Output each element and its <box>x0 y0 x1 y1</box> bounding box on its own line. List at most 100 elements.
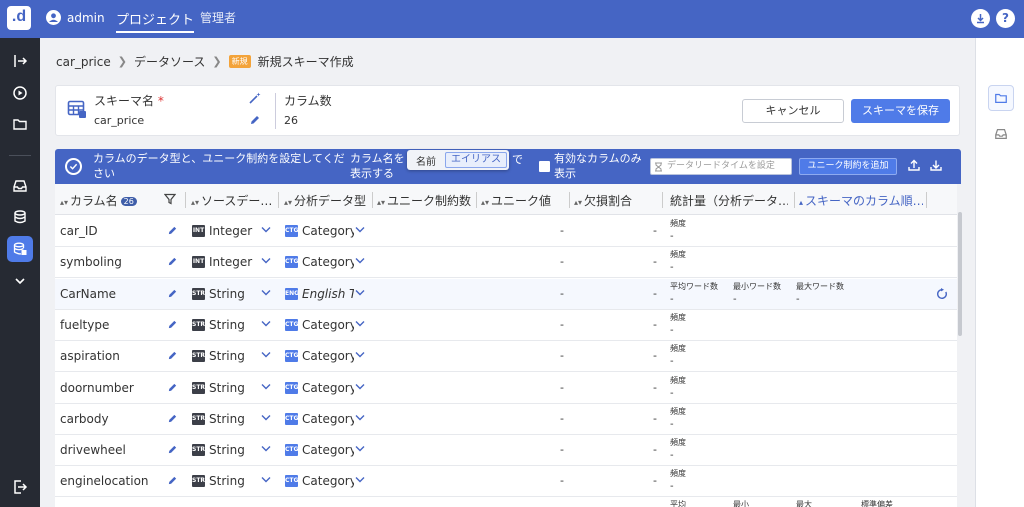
chevron-down-icon[interactable] <box>355 351 365 359</box>
required-mark: * <box>157 94 164 108</box>
edit-pencil-icon[interactable] <box>249 114 261 126</box>
header-unique-values-text: ユニーク値 <box>491 194 552 208</box>
analysis-type-tag: CTG <box>285 350 298 363</box>
chevron-down-icon[interactable] <box>355 414 365 422</box>
edit-pencil-icon[interactable] <box>167 256 178 267</box>
chevron-down-icon[interactable] <box>355 383 365 391</box>
chevron-down-icon[interactable] <box>355 289 365 297</box>
chevron-down-icon[interactable] <box>355 476 365 484</box>
folder-icon[interactable] <box>988 85 1014 111</box>
nav-admin[interactable]: 管理者 <box>200 9 236 26</box>
edit-pencil-icon[interactable] <box>167 413 178 424</box>
chevron-down-icon[interactable] <box>261 257 271 265</box>
column-name: drivewheel <box>60 443 126 458</box>
save-schema-button[interactable]: スキーマを保存 <box>851 99 950 123</box>
table-row[interactable]: drivewheel STR String CTG Category - - 頻度 - <box>55 435 957 467</box>
table-row[interactable]: enginelocation STR String CTG Category - - 頻度 - <box>55 466 957 498</box>
schema-name-label: スキーマ名 * <box>94 92 164 109</box>
magic-wand-icon[interactable] <box>249 92 261 104</box>
download-icon[interactable] <box>930 159 942 171</box>
header-unique-values[interactable]: ▴▾ ユニーク値 <box>481 192 551 209</box>
header-source-type[interactable]: ▴▾ ソースデー… <box>191 192 279 209</box>
edit-pencil-icon[interactable] <box>167 350 178 361</box>
table-row[interactable]: doornumber STR String CTG Category - - 頻度 - <box>55 373 957 404</box>
table-row[interactable]: symboling INT Integer CTG Category - - 頻度 - <box>55 247 957 279</box>
edit-pencil-icon[interactable] <box>167 288 178 299</box>
edit-pencil-icon[interactable] <box>167 319 178 330</box>
table-row[interactable]: carbody STR String CTG Category - - 頻度 - <box>55 404 957 435</box>
reset-icon[interactable] <box>936 287 948 300</box>
breadcrumb-project[interactable]: car_price <box>56 55 111 69</box>
unique-value: - <box>560 286 564 300</box>
chevron-down-icon[interactable] <box>355 257 365 265</box>
chevron-down-icon[interactable] <box>261 383 271 391</box>
table-scrollbar[interactable] <box>958 212 962 336</box>
analysis-type-value: Category <box>302 255 354 270</box>
filter-icon[interactable] <box>164 193 176 205</box>
source-type-value: String <box>209 286 245 301</box>
header-analysis-type[interactable]: ▴▾ 分析データ型 <box>284 192 366 209</box>
analysis-type-tag: CTG <box>285 444 298 457</box>
inbox-icon[interactable] <box>988 121 1014 147</box>
header-missing-ratio[interactable]: ▴▾ 欠損割合 <box>574 192 632 209</box>
column-name: symboling <box>60 255 122 270</box>
upload-icon[interactable] <box>908 159 920 171</box>
stat-value: - <box>670 262 674 274</box>
analysis-type-value: Category <box>302 224 354 238</box>
chevron-down-icon[interactable] <box>261 289 271 297</box>
breadcrumb-datasource[interactable]: データソース <box>134 53 205 70</box>
toggle-alias[interactable]: エイリアス <box>445 152 507 168</box>
toggle-name[interactable]: 名前 <box>409 153 443 168</box>
chevron-right-icon: ❯ <box>117 55 127 68</box>
inbox-icon[interactable] <box>7 173 33 199</box>
help-icon[interactable]: ? <box>996 9 1015 28</box>
edit-pencil-icon[interactable] <box>167 225 178 236</box>
analysis-type-tag: CTG <box>285 475 298 488</box>
chevron-down-icon[interactable] <box>355 320 365 328</box>
chevron-down-icon[interactable] <box>261 226 271 234</box>
cancel-button[interactable]: キャンセル <box>742 99 844 123</box>
nav-project[interactable]: プロジェクト <box>116 9 195 33</box>
missing-ratio: - <box>653 224 657 237</box>
chevron-down-icon[interactable] <box>261 476 271 484</box>
table-row[interactable]: car_ID INT Integer CTG Category - - 頻度 - <box>55 216 957 247</box>
valid-only-label: 有効なカラムのみ表示 <box>554 152 642 180</box>
chevron-down-icon[interactable] <box>261 320 271 328</box>
sidebar-divider <box>9 155 31 156</box>
valid-only-checkbox[interactable] <box>539 161 550 172</box>
pipeline-icon[interactable] <box>7 48 33 74</box>
table-row[interactable]: fueltype STR String CTG Category - - 頻度 - <box>55 310 957 341</box>
user-menu[interactable]: admin <box>46 10 105 25</box>
stat-label: 標準偏差 <box>861 500 893 507</box>
stat-value: - <box>670 450 674 462</box>
table-row[interactable]: CarName STR String ENGEnglish Te - - 平均ワード数 - 最小… <box>55 278 957 310</box>
play-circle-icon[interactable] <box>7 80 33 106</box>
table-row[interactable]: aspiration STR String CTG Category - - 頻度 - <box>55 341 957 373</box>
chevron-down-icon[interactable] <box>355 445 365 453</box>
chevron-down-icon[interactable] <box>355 226 365 234</box>
edit-pencil-icon[interactable] <box>167 382 178 393</box>
edit-pencil-icon[interactable] <box>167 444 178 455</box>
folder-icon[interactable] <box>7 111 33 137</box>
header-separator <box>185 192 186 208</box>
download-status-icon[interactable] <box>971 9 990 28</box>
schema-db-icon[interactable] <box>7 236 33 262</box>
chevron-down-icon[interactable] <box>261 445 271 453</box>
header-column-name[interactable]: ▴▾ カラム名 26 <box>60 192 137 209</box>
header-separator <box>926 192 927 208</box>
stat-value: - <box>733 293 737 305</box>
add-unique-constraint-button[interactable]: ユニーク制約を追加 <box>799 158 897 175</box>
chevron-down-icon[interactable] <box>261 351 271 359</box>
edit-pencil-icon[interactable] <box>167 475 178 486</box>
database-icon[interactable] <box>7 204 33 230</box>
app-logo[interactable]: .d <box>7 6 31 30</box>
stat-label: 頻度 <box>670 406 686 416</box>
chevron-down-icon[interactable] <box>261 414 271 422</box>
logout-icon[interactable] <box>7 474 33 500</box>
header-schema-order[interactable]: ▴ スキーマのカラム順… <box>799 192 923 209</box>
analysis-type-value: Category <box>302 349 354 364</box>
chevron-down-icon[interactable] <box>7 268 33 294</box>
leadtime-input[interactable]: データリードタイムを設定 <box>650 158 792 175</box>
header-unique-constraints[interactable]: ▴▾ ユニーク制約数 <box>377 192 471 209</box>
schema-name-value[interactable]: car_price <box>94 114 144 127</box>
